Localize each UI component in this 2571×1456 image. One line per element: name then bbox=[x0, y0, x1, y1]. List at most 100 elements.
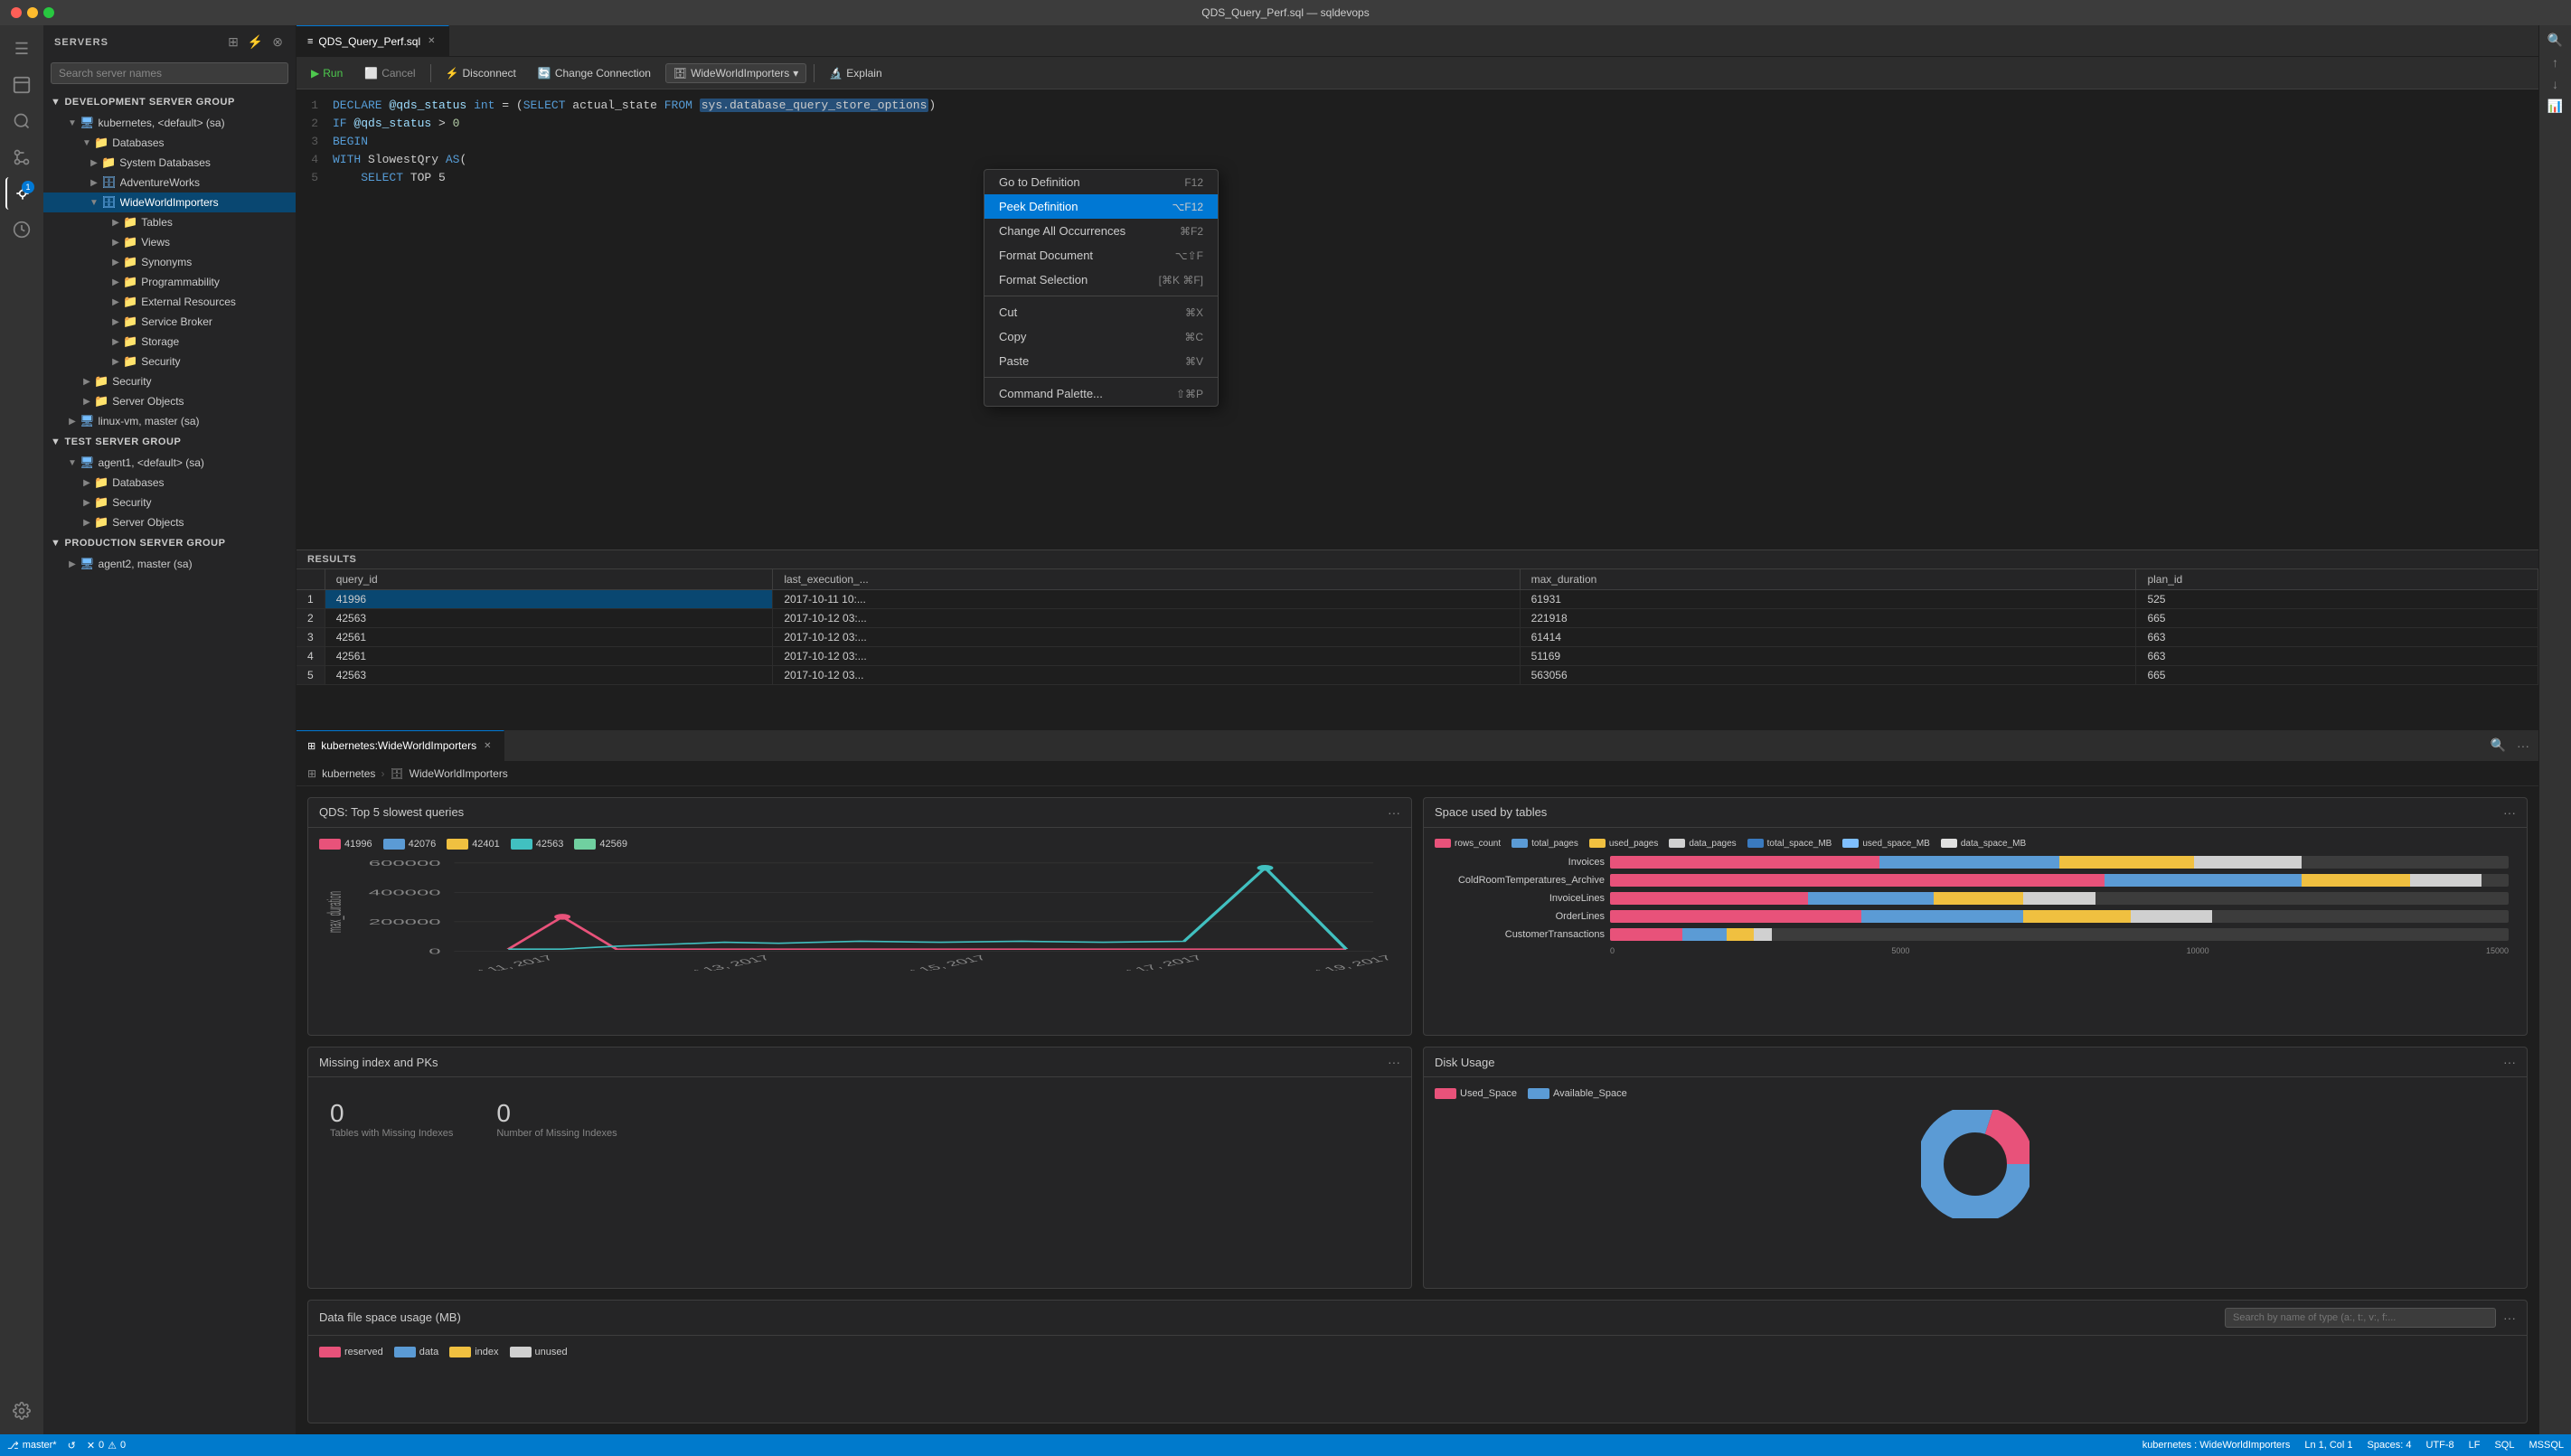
search-icon[interactable]: 🔍 bbox=[2489, 736, 2508, 755]
kubernetes-server-item[interactable]: ▼ 🖥 kubernetes, <default> (sa) bbox=[43, 113, 296, 133]
disconnect-button[interactable]: ⚡ Disconnect bbox=[438, 64, 523, 82]
agent1-security-item[interactable]: ▶ 📁 Security bbox=[43, 493, 296, 512]
tab-close-icon[interactable]: ✕ bbox=[426, 34, 437, 48]
download-icon[interactable]: ↓ bbox=[2552, 77, 2558, 91]
security-db-item[interactable]: ▶ 📁 Security bbox=[43, 352, 296, 371]
server-objects-item[interactable]: ▶ 📁 Server Objects bbox=[43, 391, 296, 411]
change-all-occurrences-menu-item[interactable]: Change All Occurrences ⌘F2 bbox=[984, 219, 1218, 243]
search-server-input[interactable] bbox=[51, 62, 288, 84]
git-icon[interactable] bbox=[5, 141, 38, 174]
agent1-databases-item[interactable]: ▶ 📁 Databases bbox=[43, 473, 296, 493]
explain-icon: 🔬 bbox=[829, 67, 843, 80]
security-server-item[interactable]: ▶ 📁 Security bbox=[43, 371, 296, 391]
format-document-menu-item[interactable]: Format Document ⌥⇧F bbox=[984, 243, 1218, 268]
databases-folder[interactable]: ▼ 📁 Databases bbox=[43, 133, 296, 153]
tab-dashboard[interactable]: ⊞ kubernetes:WideWorldImporters ✕ bbox=[297, 730, 504, 761]
agent1-server-item[interactable]: ▼ 🖥 agent1, <default> (sa) bbox=[43, 453, 296, 473]
space-by-table-card: Space used by tables ··· rows_count tota… bbox=[1423, 797, 2528, 1037]
prod-server-group-header[interactable]: ▼ Production Server Group bbox=[43, 532, 296, 554]
system-databases-item[interactable]: ▶ 📁 System Databases bbox=[43, 153, 296, 173]
svg-text:400000: 400000 bbox=[369, 888, 441, 897]
cancel-button[interactable]: ⬜ Cancel bbox=[357, 64, 422, 82]
storage-item[interactable]: ▶ 📁 Storage bbox=[43, 332, 296, 352]
disk-card-body: Used_Space Available_Space bbox=[1424, 1077, 2527, 1233]
tables-item[interactable]: ▶ 📁 Tables bbox=[43, 212, 296, 232]
table-row[interactable]: 3 42561 2017-10-12 03:... 61414 663 bbox=[297, 627, 2538, 646]
settings-icon[interactable] bbox=[5, 1395, 38, 1427]
tab-sql-file[interactable]: ≡ QDS_Query_Perf.sql ✕ bbox=[297, 25, 449, 56]
legend-41996: 41996 bbox=[319, 839, 372, 850]
server-icon: 🖥 bbox=[80, 116, 95, 130]
upload-icon[interactable]: ↑ bbox=[2552, 55, 2558, 70]
breadcrumb-db[interactable]: WideWorldImporters bbox=[410, 767, 508, 780]
maximize-button[interactable] bbox=[43, 7, 54, 18]
agent1-server-objects-item[interactable]: ▶ 📁 Server Objects bbox=[43, 512, 296, 532]
breadcrumb-server[interactable]: kubernetes bbox=[322, 767, 375, 780]
search-icon[interactable]: 🔍 bbox=[2547, 33, 2563, 48]
views-item[interactable]: ▶ 📁 Views bbox=[43, 232, 296, 252]
prod-group-label: Production Server Group bbox=[64, 538, 225, 549]
search-activity-icon[interactable] bbox=[5, 105, 38, 137]
missing-index-card: Missing index and PKs ··· 0 Tables with … bbox=[307, 1047, 1412, 1289]
bar-chart-icon[interactable]: 📊 bbox=[2547, 99, 2563, 114]
missing-index-more[interactable]: ··· bbox=[1388, 1055, 1400, 1069]
explorer-icon[interactable] bbox=[5, 69, 38, 101]
adventureworks-item[interactable]: ▶ 🗄 AdventureWorks bbox=[43, 173, 296, 193]
qds-card-header: QDS: Top 5 slowest queries ··· bbox=[308, 798, 1411, 828]
explain-button[interactable]: 🔬 Explain bbox=[822, 64, 889, 82]
warning-count: 0 bbox=[120, 1440, 126, 1451]
synonyms-item[interactable]: ▶ 📁 Synonyms bbox=[43, 252, 296, 272]
code-line-3: 3 BEGIN bbox=[297, 133, 2538, 151]
missing-index-header: Missing index and PKs ··· bbox=[308, 1047, 1411, 1077]
more-icon[interactable]: ··· bbox=[2515, 737, 2531, 755]
hbar-invoices: Invoices bbox=[1442, 856, 2509, 869]
wideworldimporters-item[interactable]: ▼ 🗄 WideWorldImporters bbox=[43, 193, 296, 212]
dashboard-tab-close[interactable]: ✕ bbox=[482, 739, 493, 753]
copy-menu-item[interactable]: Copy ⌘C bbox=[984, 324, 1218, 349]
connection-dropdown[interactable]: 🗄 WideWorldImporters ▾ bbox=[665, 63, 806, 83]
table-row[interactable]: 4 42561 2017-10-12 03:... 51169 663 bbox=[297, 646, 2538, 665]
source-control-icon[interactable]: 1 bbox=[5, 177, 38, 210]
cut-menu-item[interactable]: Cut ⌘X bbox=[984, 300, 1218, 324]
format-selection-menu-item[interactable]: Format Selection [⌘K ⌘F] bbox=[984, 268, 1218, 292]
sync-status[interactable]: ↺ bbox=[68, 1440, 76, 1451]
new-connection-icon[interactable]: ⊞ bbox=[226, 33, 240, 52]
dev-server-group-header[interactable]: ▼ Development Server Group bbox=[43, 91, 296, 113]
change-connection-button[interactable]: 🔄 Change Connection bbox=[531, 64, 658, 82]
hbar-coldroom: ColdRoomTemperatures_Archive bbox=[1442, 874, 2509, 887]
run-button[interactable]: ▶ Run bbox=[304, 64, 350, 82]
cell-query-id: 42561 bbox=[325, 627, 773, 646]
command-palette-menu-item[interactable]: Command Palette... ⇧⌘P bbox=[984, 381, 1218, 406]
table-row[interactable]: 2 42563 2017-10-12 03:... 221918 665 bbox=[297, 608, 2538, 627]
minimize-button[interactable] bbox=[27, 7, 38, 18]
goto-definition-menu-item[interactable]: Go to Definition F12 bbox=[984, 170, 1218, 194]
history-icon[interactable] bbox=[5, 213, 38, 246]
close-button[interactable] bbox=[11, 7, 22, 18]
table-row[interactable]: 1 41996 2017-10-11 10:... 61931 525 bbox=[297, 589, 2538, 608]
agent2-server-item[interactable]: ▶ 🖥 agent2, master (sa) bbox=[43, 554, 296, 574]
peek-definition-menu-item[interactable]: Peek Definition ⌥F12 bbox=[984, 194, 1218, 219]
code-editor[interactable]: 1 DECLARE @qds_status int = (SELECT actu… bbox=[297, 89, 2538, 550]
service-broker-item[interactable]: ▶ 📁 Service Broker bbox=[43, 312, 296, 332]
disconnect-all-icon[interactable]: ⊗ bbox=[270, 33, 285, 52]
data-file-more-button[interactable]: ··· bbox=[2503, 1310, 2516, 1325]
git-branch-status[interactable]: ⎇ master* bbox=[7, 1440, 57, 1451]
col-plan-id: plan_id bbox=[2136, 569, 2538, 590]
paste-menu-item[interactable]: Paste ⌘V bbox=[984, 349, 1218, 373]
test-server-group-header[interactable]: ▼ Test Server Group bbox=[43, 431, 296, 453]
cell-query-id: 41996 bbox=[325, 589, 773, 608]
connect-icon[interactable]: ⚡ bbox=[246, 33, 265, 52]
table-row[interactable]: 5 42563 2017-10-12 03... 563056 665 bbox=[297, 665, 2538, 684]
linux-vm-server-item[interactable]: ▶ 🖥 linux-vm, master (sa) bbox=[43, 411, 296, 431]
data-file-search-input[interactable] bbox=[2225, 1308, 2496, 1328]
disk-more-button[interactable]: ··· bbox=[2503, 1055, 2516, 1069]
space-by-table-title: Space used by tables bbox=[1435, 805, 1547, 819]
external-resources-item[interactable]: ▶ 📁 External Resources bbox=[43, 292, 296, 312]
errors-status[interactable]: ✕ 0 ⚠ 0 bbox=[87, 1440, 126, 1451]
folder-icon: 📁 bbox=[123, 315, 137, 329]
menu-icon[interactable]: ☰ bbox=[5, 33, 38, 65]
synonyms-label: Synonyms bbox=[141, 256, 192, 268]
qds-more-button[interactable]: ··· bbox=[1388, 805, 1400, 820]
space-more-button[interactable]: ··· bbox=[2503, 805, 2516, 820]
programmability-item[interactable]: ▶ 📁 Programmability bbox=[43, 272, 296, 292]
